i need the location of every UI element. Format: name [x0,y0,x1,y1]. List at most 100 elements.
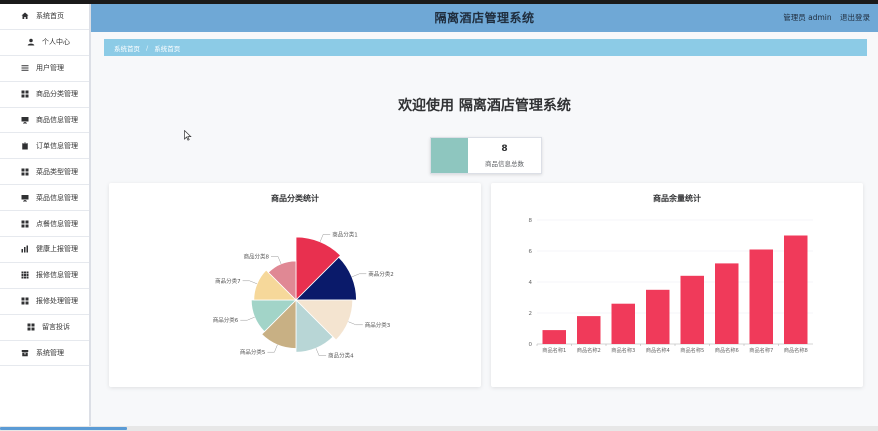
top-header: 隔离酒店管理系统 管理员 admin 退出登录 [91,4,878,32]
pie-chart: 商品分类1 商品分类2 商品分类3 商品分类4 商品分类5 商品分类6 商品分类7 商品分类8 [213,230,394,360]
bar-4[interactable] [646,289,670,345]
grid-icon [20,167,29,176]
bar-ytick-label-3: 6 [529,249,533,255]
pie-label-8: 商品分类8 [244,253,270,261]
sidebar-item-label: 健康上报管理 [36,245,78,254]
sidebar-item-label: 商品信息管理 [36,116,78,124]
pie-label-leader-7 [242,280,258,285]
sidebar-item-label: 系统管理 [36,349,64,358]
clipboard-icon [20,141,29,150]
pie-label-leader-5 [267,344,278,353]
bar-5[interactable] [680,275,705,344]
folder-icon [20,349,29,358]
welcome-heading: 欢迎使用 隔离酒店管理系统 [398,98,571,114]
pie-label-leader-4 [315,348,327,356]
sidebar-item-4[interactable]: 商品分类管理 [0,82,89,108]
sidebar-item-label: 系统首页 [36,12,64,21]
bar-ytick-label-1: 2 [529,311,533,317]
chart-icon [20,245,29,254]
sidebar-item-1[interactable]: 系统首页 [0,4,89,30]
header-user-area: 管理员 admin 退出登录 [777,4,870,32]
bar-2[interactable] [577,316,601,344]
bar-3[interactable] [611,303,636,344]
bar-chart: 0 2 4 6 8 商品名称1 商品名称2 商品名称3 商品名称4 商品名称5 商品名称6 商品名称7… [529,218,813,354]
sidebar-item-11[interactable]: 报修信息管理 [0,263,89,289]
bar-ytick-label-0: 0 [529,342,533,348]
stat-color-block [431,138,468,173]
scrollbar-thumb[interactable] [0,427,127,430]
bar-xtick-label-1: 商品名称1 [542,346,566,354]
stock-bar-chart-card: 商品余量统计 0 2 4 6 8 商品名称1 商品名称2 商品名称3 商品名称4 商品名称5 商品名… [491,183,863,387]
sidebar-item-12[interactable]: 报修处理管理 [0,289,89,315]
bar-xtick-label-3: 商品名称3 [611,346,635,354]
stat-value: 8 [501,143,508,154]
sidebar-item-label: 商品分类管理 [36,90,78,99]
sidebar-item-3[interactable]: 用户管理 [0,56,89,82]
mouse-cursor-icon [184,130,192,141]
monitor-icon [20,116,29,125]
pie-label-7: 商品分类7 [215,277,241,285]
sidebar-item-14[interactable]: 系统管理 [0,341,89,367]
breadcrumb-current: 系统首页 [154,44,181,53]
sidebar: 系统首页个人中心用户管理商品分类管理 商品信息管理 订单信息管理 菜品类型管理 菜品信息… [0,4,91,426]
app-root: 系统首页 个人中心 用户管理 商品分类管理 商品信息管理 订单信息管理 菜品类型管理 菜品信息… [0,0,878,431]
sidebar-item-label: 报修处理管理 [36,297,78,306]
category-pie-chart-card: 商品分类统计 商品分类1 商品分类2 商品分类3 商品分类4 商品分类5 商品分类6 商品分… [109,183,481,387]
bar-xtick-label-7: 商品名称7 [749,346,773,354]
pie-label-leader-1 [319,234,331,242]
grid-icon [20,219,29,228]
bar-1[interactable] [542,330,567,344]
pie-label-4: 商品分类4 [328,352,354,360]
bar-8[interactable] [784,235,808,345]
user-icon [26,38,35,47]
sidebar-item-label: 菜品类型管理 [36,167,78,176]
stat-label: 商品信息总数 [485,159,524,168]
pie-label-2: 商品分类2 [368,270,394,278]
bar-xtick-label-5: 商品名称5 [680,346,704,354]
bar-7[interactable] [749,249,774,345]
sidebar-item-label: 留言投诉 [42,323,70,332]
bar-xtick-label-8: 商品名称8 [784,346,808,354]
sidebar-item-7[interactable]: 菜品类型管理 [0,159,89,186]
sidebar-item-label: 点餐信息管理 [36,219,78,228]
logout-link[interactable]: 退出登录 [840,13,870,22]
pie-label-5: 商品分类5 [240,348,266,356]
pie-label-3: 商品分类3 [365,321,391,329]
breadcrumb: 系统首页 / 系统首页 [104,39,867,56]
bar-xtick-label-2: 商品名称2 [577,346,601,354]
breadcrumb-home[interactable]: 系统首页 [114,43,140,53]
sidebar-item-label: 报修信息管理 [36,271,78,280]
pie-label-leader-8 [271,256,282,264]
bar-xtick-label-4: 商品名称4 [646,346,671,354]
bar-ytick-label-4: 8 [529,218,533,224]
sidebar-item-13[interactable]: 留言投诉 [0,315,89,341]
bar-ytick-label-2: 4 [529,280,533,286]
monitor-icon [20,193,29,202]
stat-body: 8 商品信息总数 [468,138,541,173]
home-icon [20,12,29,21]
pie-label-1: 商品分类1 [332,230,358,238]
list-icon [20,64,29,73]
grid-icon [20,297,29,306]
product-count-card: 8 商品信息总数 [430,137,542,174]
pie-label-leader-3 [348,321,363,326]
apps-icon [20,271,29,280]
sidebar-item-10[interactable]: 健康上报管理 [0,237,89,263]
admin-user-label: 管理员 admin [783,13,832,22]
app-title: 隔离酒店管理系统 [434,11,535,25]
sidebar-item-label: 个人中心 [42,38,70,47]
pie-label-leader-6 [240,316,255,321]
sidebar-item-5[interactable]: 商品信息管理 [0,108,89,134]
horizontal-scrollbar[interactable] [0,426,878,431]
pie-label-6: 商品分类6 [213,316,239,324]
sidebar-item-9[interactable]: 点餐信息管理 [0,211,89,238]
sidebar-item-8[interactable]: 菜品信息管理 [0,185,89,212]
sidebar-item-label: 用户管理 [36,64,64,73]
breadcrumb-separator: / [146,43,149,52]
sidebar-item-6[interactable]: 订单信息管理 [0,133,89,160]
sidebar-item-2[interactable]: 个人中心 [0,30,89,56]
sidebar-item-label: 订单信息管理 [36,141,78,150]
bar-6[interactable] [715,263,739,344]
sidebar-item-label: 菜品信息管理 [36,193,78,202]
bar-xtick-label-6: 商品名称6 [715,346,739,354]
